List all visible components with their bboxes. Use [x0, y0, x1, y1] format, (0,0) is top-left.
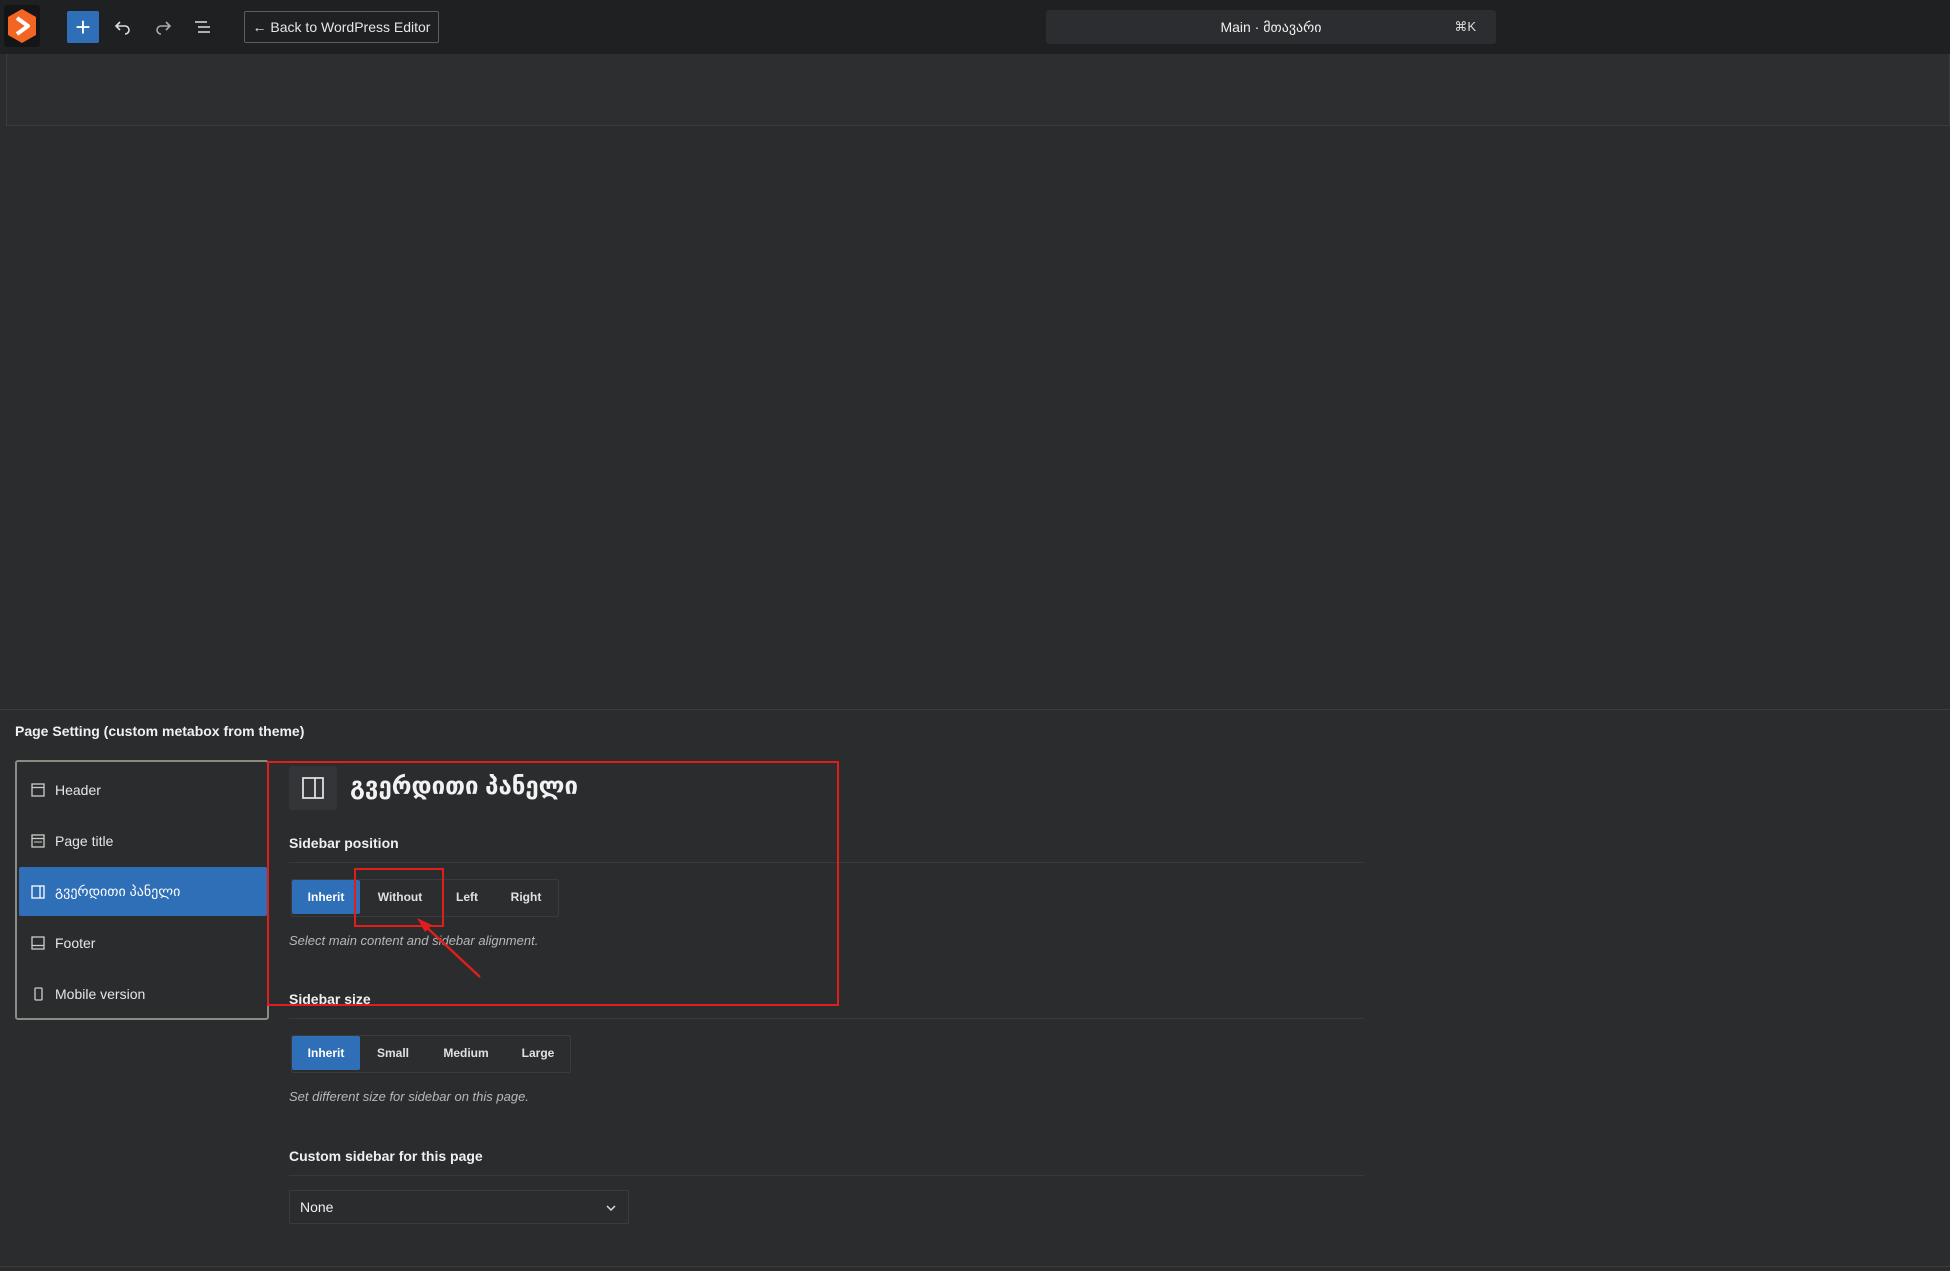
list-view-icon: [195, 21, 210, 33]
mobile-icon: [34, 986, 43, 1001]
tab-label: Header: [55, 781, 101, 798]
tab-label: Page title: [55, 832, 114, 849]
section-divider: [289, 862, 1364, 863]
sidebar-size-help: Set different size for sidebar on this p…: [289, 1089, 529, 1104]
custom-sidebar-value: None: [300, 1199, 334, 1215]
back-to-editor-label: ← Back to WordPress Editor: [252, 19, 431, 35]
tab-page-title[interactable]: Page title: [19, 816, 267, 865]
redo-icon: [156, 21, 172, 35]
tab-sidebar[interactable]: გვერდითი პანელი: [19, 867, 267, 916]
add-block-label: +: [75, 12, 91, 42]
tab-footer[interactable]: Footer: [19, 918, 267, 967]
undo-icon: [114, 21, 130, 35]
undo-button[interactable]: [109, 13, 137, 41]
tab-header[interactable]: Header: [19, 765, 267, 814]
tab-label: Mobile version: [55, 985, 146, 1002]
sidebar-size-label: Sidebar size: [289, 991, 371, 1007]
app-logo[interactable]: [4, 5, 40, 47]
sidebar-icon: [302, 777, 324, 799]
sidebar-size-control: Inherit Small Medium Large: [291, 1035, 571, 1073]
tab-label: გვერდითი პანელი: [55, 883, 181, 899]
chevron-down-icon: [606, 1205, 616, 1212]
top-toolbar: + ← Back to WordPress Editor Main · მთავ…: [0, 0, 1950, 54]
sidebar-position-label: Sidebar position: [289, 835, 399, 851]
custom-sidebar-label: Custom sidebar for this page: [289, 1148, 483, 1164]
sidebar-position-control: Inherit Without Left Right: [291, 879, 559, 917]
sidebar-size-medium[interactable]: Medium: [426, 1036, 506, 1070]
page-title-icon: [31, 833, 45, 848]
sidebar-size-inherit[interactable]: Inherit: [292, 1036, 360, 1070]
metabox-title: Page Setting (custom metabox from theme): [15, 723, 305, 739]
metabox-divider: [0, 709, 1950, 710]
document-overview-button[interactable]: [189, 13, 217, 41]
page-bottom-divider: [0, 1266, 1950, 1267]
shortcut-hint: ⌘K: [1454, 19, 1476, 34]
sidebar-position-without[interactable]: Without: [360, 880, 440, 914]
sidebar-position-left[interactable]: Left: [440, 880, 494, 914]
sidebar-size-small[interactable]: Small: [360, 1036, 426, 1070]
document-title: Main · მთავარი: [1220, 18, 1322, 35]
add-block-button[interactable]: +: [67, 11, 99, 43]
metabox-tabs: Header Page title გვერდითი პანელი Footer…: [15, 760, 269, 1020]
sidebar-size-large[interactable]: Large: [506, 1036, 570, 1070]
header-icon: [31, 782, 45, 797]
custom-sidebar-select[interactable]: None: [289, 1190, 629, 1224]
section-divider: [289, 1018, 1364, 1019]
sidebar-position-help: Select main content and sidebar alignmen…: [289, 933, 539, 948]
section-divider: [289, 1175, 1364, 1176]
panel-title: გვერდითი პანელი: [350, 773, 578, 800]
tab-mobile-version[interactable]: Mobile version: [19, 969, 267, 1018]
sidebar-position-inherit[interactable]: Inherit: [292, 880, 360, 914]
back-to-editor-button[interactable]: ← Back to WordPress Editor: [244, 11, 439, 43]
sidebar-icon: [31, 884, 45, 899]
redo-button[interactable]: [149, 13, 177, 41]
footer-icon: [31, 935, 45, 950]
editor-canvas[interactable]: [6, 54, 1950, 126]
sidebar-position-right[interactable]: Right: [494, 880, 558, 914]
panel-header-icon: [289, 766, 337, 810]
command-palette-bar[interactable]: Main · მთავარი ⌘K: [1046, 10, 1496, 44]
tab-label: Footer: [55, 934, 96, 951]
